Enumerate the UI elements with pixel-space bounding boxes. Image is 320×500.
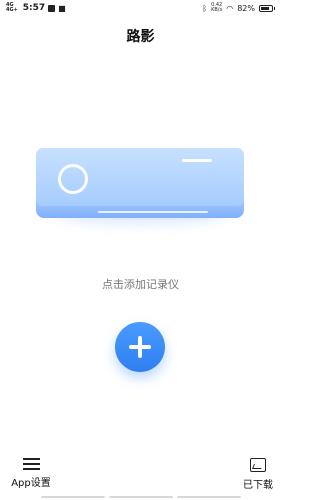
status-time: 5:57 [22,3,46,13]
downloaded-button[interactable]: 已下载 [240,458,276,491]
menu-icon [22,458,40,470]
battery-icon [259,4,275,12]
network-speed: 0.42 KB/s [211,3,222,13]
network-indicator: 4G 4G+ [6,3,18,13]
add-recorder-button[interactable] [115,322,165,372]
battery-fill [261,6,269,10]
download-gallery-icon [250,458,266,472]
page-title: 路影 [126,29,155,45]
add-recorder-hint: 点击添加记录仪 [102,278,179,291]
status-right: ᛒ 0.42 KB/s ◠ 82% [202,3,275,13]
air-conditioner-icon [36,148,246,228]
app-settings-label: App设置 [11,478,51,489]
bottom-nav: App设置 已下载 [0,452,281,500]
app-settings-button[interactable]: App设置 [8,458,54,489]
speed-unit: KB/s [211,7,223,13]
video-icon: ■ [58,3,66,13]
bluetooth-icon: ᛒ [202,3,208,13]
status-bar: 4G 4G+ 5:57 ■ ᛒ 0.42 KB/s ◠ 82% [0,0,281,18]
ac-led [182,159,212,162]
plus-icon [129,336,151,358]
notification-icon [48,4,56,12]
home-indicator [0,496,281,500]
network-bottom-label: 4G+ [6,7,18,13]
ac-vent [98,211,208,213]
downloaded-label: 已下载 [243,480,273,491]
wifi-icon: ◠ [226,3,234,13]
ac-ring [58,164,88,194]
status-left: 4G 4G+ 5:57 ■ [6,3,66,14]
battery-percent: 82% [237,3,255,13]
